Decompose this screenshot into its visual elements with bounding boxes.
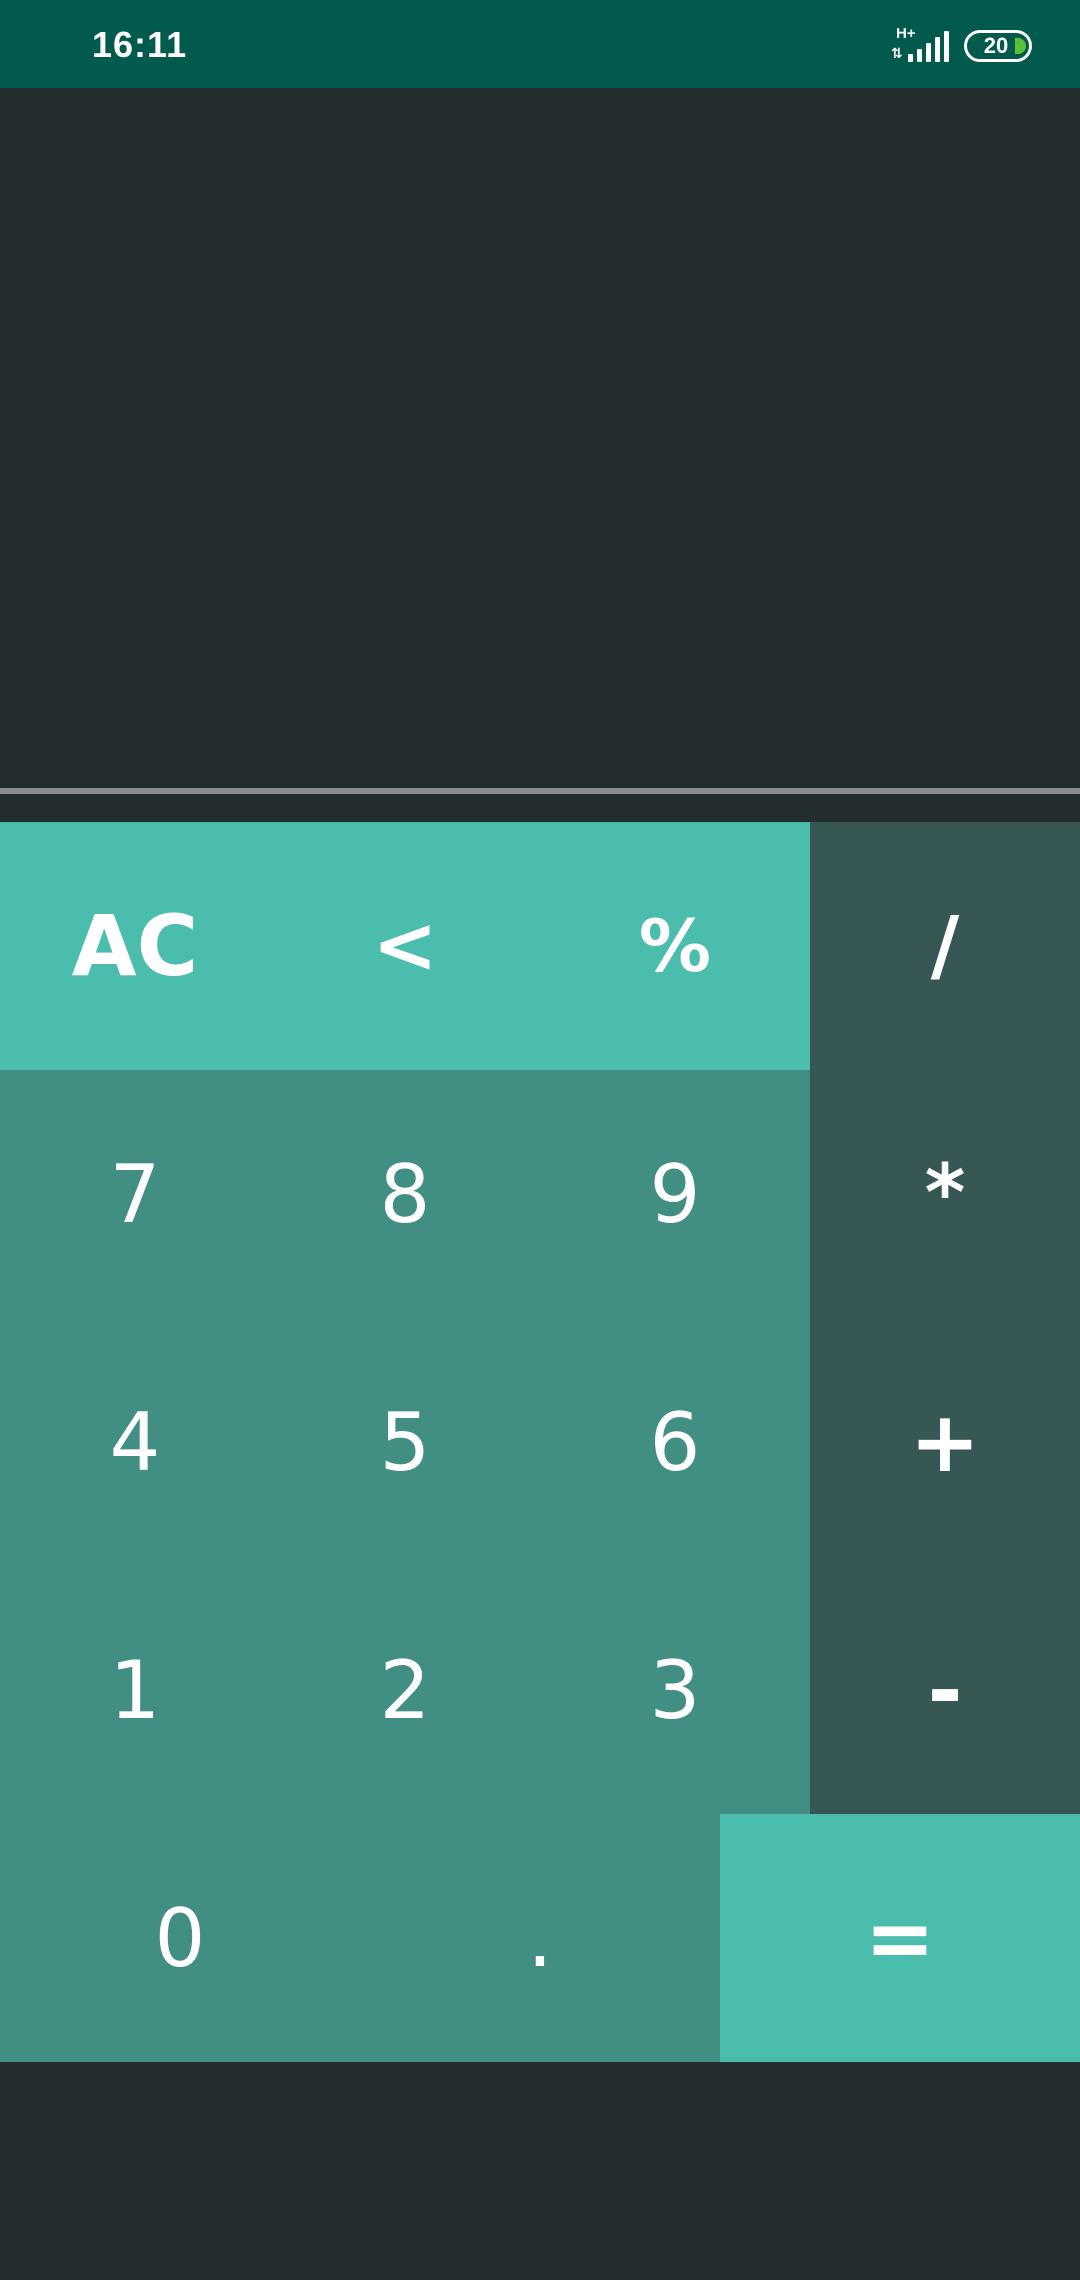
digit-9-button[interactable]: 9 [540,1070,810,1318]
percent-button[interactable]: % [540,822,810,1070]
digit-4-button[interactable]: 4 [0,1318,270,1566]
minus-button[interactable]: - [810,1566,1080,1814]
divide-button[interactable]: / [810,822,1080,1070]
equals-button[interactable]: = [720,1814,1080,2062]
plus-button[interactable]: + [810,1318,1080,1566]
data-activity-icon: ⇅ [891,45,903,61]
multiply-button[interactable]: * [810,1070,1080,1318]
bottom-spacer [0,2062,1080,2280]
digit-5-button[interactable]: 5 [270,1318,540,1566]
calculator-display [0,88,1080,788]
decimal-point-button[interactable]: . [360,1814,720,2062]
battery-icon: 20 [964,30,1032,62]
digit-3-button[interactable]: 3 [540,1566,810,1814]
clear-button[interactable]: AC [0,822,270,1070]
digit-0-button[interactable]: 0 [0,1814,360,2062]
battery-level-text: 20 [983,33,1009,58]
display-divider [0,788,1080,794]
digit-7-button[interactable]: 7 [0,1070,270,1318]
digit-8-button[interactable]: 8 [270,1070,540,1318]
digit-2-button[interactable]: 2 [270,1566,540,1814]
status-bar: 16:11 H+ ⇅ 20 [0,0,1080,88]
backspace-button[interactable]: < [270,822,540,1070]
cellular-signal-icon [908,30,950,62]
digit-6-button[interactable]: 6 [540,1318,810,1566]
status-time: 16:11 [92,24,188,65]
battery-level-fill [1015,38,1026,54]
digit-1-button[interactable]: 1 [0,1566,270,1814]
